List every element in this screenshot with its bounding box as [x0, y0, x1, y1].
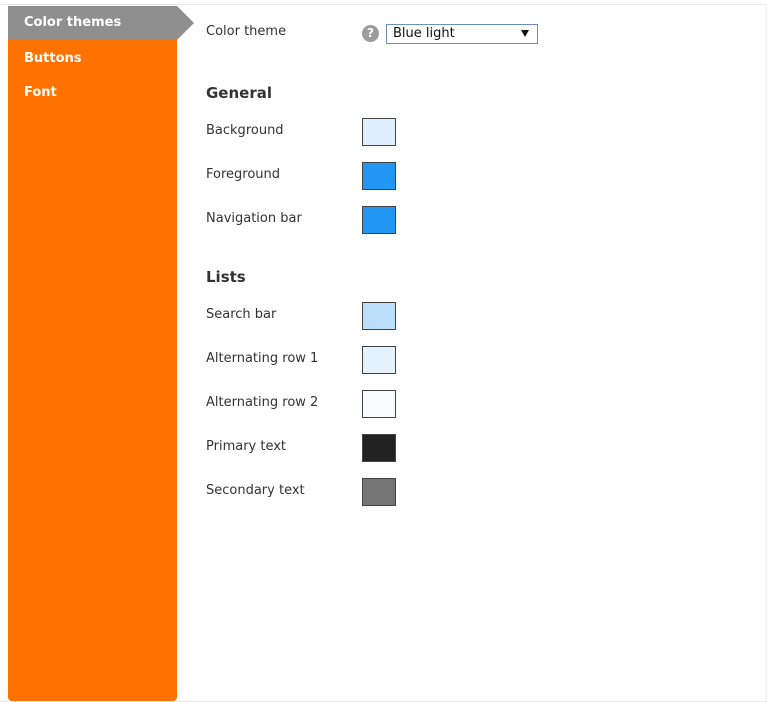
top-divider	[0, 4, 767, 5]
general-heading: General	[206, 84, 272, 102]
search-bar-color-swatch[interactable]	[362, 302, 396, 330]
sidebar: Color themes Buttons Font	[8, 6, 194, 701]
alternating-row-2-color-swatch[interactable]	[362, 390, 396, 418]
alternating-row-2-label: Alternating row 2	[206, 395, 319, 410]
color-theme-selected-value: Blue light	[393, 26, 455, 41]
secondary-text-label: Secondary text	[206, 483, 305, 498]
search-bar-label: Search bar	[206, 307, 277, 322]
background-label: Background	[206, 123, 284, 138]
color-theme-label: Color theme	[206, 24, 287, 39]
lists-heading: Lists	[206, 268, 246, 286]
help-icon[interactable]: ?	[362, 25, 379, 42]
navigation-bar-color-swatch[interactable]	[362, 206, 396, 234]
foreground-color-swatch[interactable]	[362, 162, 396, 190]
color-theme-select[interactable]: Blue light	[386, 24, 538, 44]
alternating-row-1-label: Alternating row 1	[206, 351, 319, 366]
alternating-row-1-color-swatch[interactable]	[362, 346, 396, 374]
sidebar-item-font[interactable]: Font	[8, 76, 177, 110]
sidebar-item-color-themes[interactable]: Color themes	[8, 6, 194, 40]
settings-window: Color themes Buttons Font Color theme ? …	[0, 0, 767, 702]
background-color-swatch[interactable]	[362, 118, 396, 146]
chevron-down-icon	[521, 30, 529, 37]
secondary-text-color-swatch[interactable]	[362, 478, 396, 506]
primary-text-color-swatch[interactable]	[362, 434, 396, 462]
primary-text-label: Primary text	[206, 439, 287, 454]
sidebar-item-buttons[interactable]: Buttons	[8, 42, 177, 76]
navigation-bar-label: Navigation bar	[206, 211, 302, 226]
foreground-label: Foreground	[206, 167, 281, 182]
